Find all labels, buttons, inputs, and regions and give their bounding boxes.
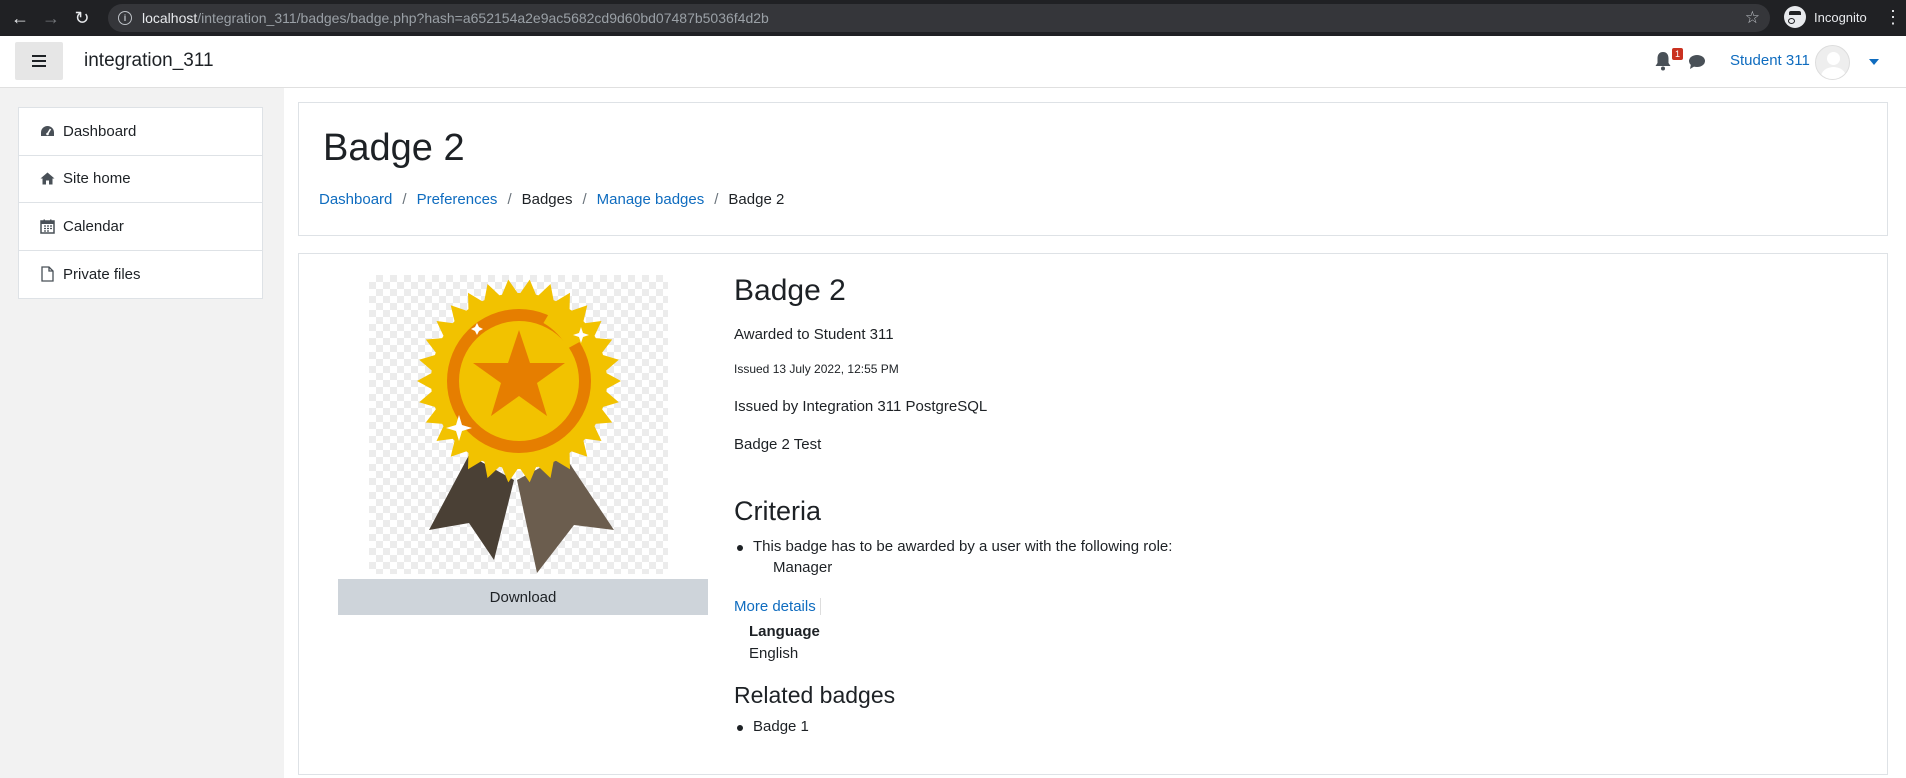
language-label: Language (749, 623, 820, 640)
criteria-heading: Criteria (734, 496, 822, 526)
site-navbar: integration_311 1 Student 311 (0, 36, 1906, 88)
page-header: Badge 2 Dashboard / Preferences / Badges… (298, 102, 1888, 236)
sidebar-item-dashboard[interactable]: Dashboard (19, 108, 262, 156)
incognito-indicator[interactable]: Incognito (1784, 6, 1867, 28)
site-info-icon[interactable]: i (118, 11, 132, 25)
page-title: Badge 2 (323, 127, 465, 169)
dashboard-icon (39, 123, 55, 139)
sidebar-item-label: Site home (63, 170, 131, 188)
download-button[interactable]: Download (338, 579, 708, 615)
badge-content: Download Badge 2 Awarded to Student 311 … (298, 253, 1888, 775)
breadcrumb-separator: / (402, 191, 407, 208)
list-item: This badge has to be awarded by a user w… (734, 538, 1172, 555)
chevron-down-icon[interactable] (1869, 59, 1879, 65)
bell-icon[interactable] (1654, 51, 1672, 71)
criteria-list: This badge has to be awarded by a user w… (734, 538, 1172, 576)
breadcrumb-separator: / (582, 191, 587, 208)
file-icon (39, 266, 55, 282)
address-bar[interactable]: i localhost/integration_311/badges/badge… (108, 4, 1770, 32)
sidebar-item-private-files[interactable]: Private files (19, 251, 262, 299)
nav-drawer: Dashboard Site home Calendar Private fil… (0, 88, 284, 778)
reload-icon[interactable]: ↻ (68, 4, 96, 32)
hamburger-icon (32, 60, 46, 62)
avatar[interactable] (1815, 45, 1850, 80)
criteria-text: This badge has to be awarded by a user w… (753, 538, 1173, 555)
issued-date: Issued 13 July 2022, 12:55 PM (734, 362, 899, 376)
badge-description: Badge 2 Test (734, 436, 822, 453)
incognito-label: Incognito (1814, 9, 1867, 25)
breadcrumb: Dashboard / Preferences / Badges / Manag… (319, 191, 784, 208)
sidebar-item-label: Private files (63, 265, 141, 283)
badge-medal-icon (417, 279, 621, 573)
bookmark-star-icon[interactable]: ☆ (1745, 8, 1760, 28)
notification-count-badge: 1 (1672, 48, 1684, 60)
menu-toggle-button[interactable] (15, 42, 63, 80)
badge-title: Badge 2 (734, 274, 846, 307)
browser-toolbar: ← → ↻ i localhost/integration_311/badges… (0, 0, 1906, 36)
breadcrumb-preferences[interactable]: Preferences (417, 191, 498, 208)
message-icon[interactable] (1688, 54, 1706, 70)
breadcrumb-badges: Badges (521, 191, 573, 208)
drawer-nav-list: Dashboard Site home Calendar Private fil… (18, 107, 263, 299)
breadcrumb-separator: / (714, 191, 719, 208)
breadcrumb-manage-badges[interactable]: Manage badges (597, 191, 705, 208)
related-badges-list: Badge 1 (734, 718, 809, 735)
awarded-to: Awarded to Student 311 (734, 326, 894, 343)
calendar-icon (39, 218, 55, 234)
bullet-dot (737, 545, 743, 551)
sidebar-item-label: Calendar (63, 217, 124, 235)
related-badge-name: Badge 1 (753, 718, 809, 735)
list-item: Badge 1 (734, 718, 809, 735)
bullet-dot (737, 725, 743, 731)
related-badges-heading: Related badges (734, 682, 896, 708)
back-arrow-icon[interactable]: ← (6, 4, 34, 32)
sidebar-item-site-home[interactable]: Site home (19, 156, 262, 203)
sidebar-item-calendar[interactable]: Calendar (19, 203, 262, 251)
sidebar-item-label: Dashboard (63, 122, 137, 140)
breadcrumb-current: Badge 2 (728, 191, 785, 208)
more-details-link[interactable]: More details (734, 598, 821, 615)
user-menu-name[interactable]: Student 311 (1730, 52, 1810, 69)
criteria-role: Manager (773, 559, 833, 576)
forward-arrow-icon[interactable]: → (37, 4, 65, 32)
issuer: Issued by Integration 311 PostgreSQL (734, 398, 988, 415)
home-icon (39, 171, 55, 187)
language-value: English (749, 645, 799, 662)
breadcrumb-dashboard[interactable]: Dashboard (319, 191, 392, 208)
url-text[interactable]: localhost/integration_311/badges/badge.p… (142, 10, 769, 26)
incognito-icon (1784, 6, 1806, 28)
badge-image (369, 275, 668, 574)
site-name[interactable]: integration_311 (84, 50, 214, 72)
browser-menu-icon[interactable]: ⋮ (1884, 8, 1902, 26)
breadcrumb-separator: / (507, 191, 512, 208)
